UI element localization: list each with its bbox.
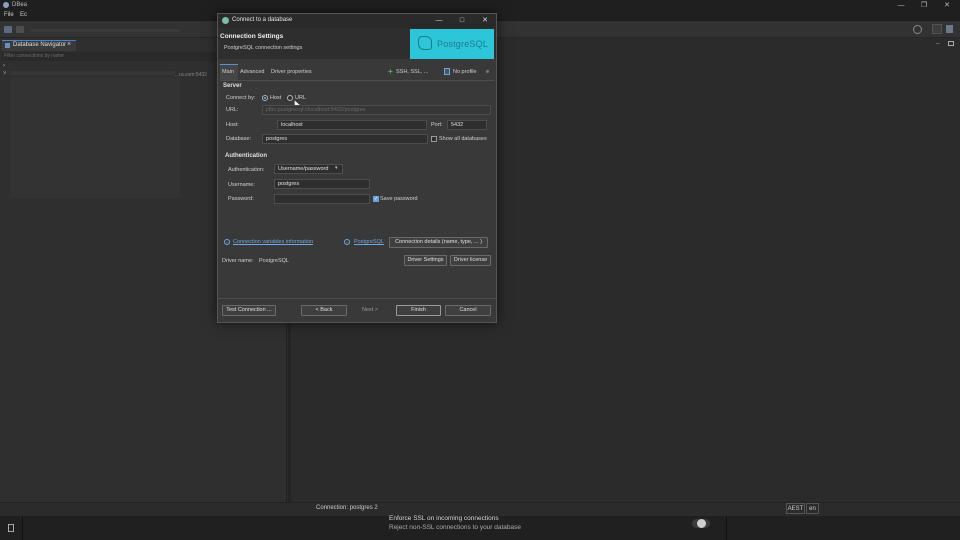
username-field[interactable]: postgres xyxy=(274,179,370,189)
ssh-ssl-button[interactable]: SSH, SSL, ... xyxy=(396,69,428,75)
postgresql-logo-text: PostgreSQL xyxy=(437,39,489,49)
toolbar-dropdown-icon[interactable] xyxy=(16,26,24,33)
dialog-title: Connect to a database xyxy=(232,17,293,23)
cancel-button[interactable]: Cancel xyxy=(445,305,491,316)
back-button[interactable]: < Back xyxy=(301,305,347,316)
driver-settings-button[interactable]: Driver Settings xyxy=(404,255,447,266)
authentication-label: Authentication: xyxy=(228,167,265,173)
app-logo-icon xyxy=(3,2,9,8)
timezone-badge[interactable]: AEST xyxy=(786,503,805,514)
host-label: Host: xyxy=(226,122,239,128)
close-icon[interactable]: × xyxy=(67,41,71,48)
url-field[interactable]: jdbc:postgresql://localhost:5432/postgre… xyxy=(262,105,491,115)
toggle-knob xyxy=(697,519,706,528)
tab-database-navigator-label: Database Navigator xyxy=(13,42,67,48)
connect-by-label: Connect by: xyxy=(226,95,256,101)
footer-divider xyxy=(218,298,496,299)
next-button[interactable]: Next > xyxy=(350,305,390,316)
dialog-maximize-button[interactable]: □ xyxy=(451,14,473,28)
plus-icon[interactable]: + xyxy=(388,67,393,76)
header-title: Connection Settings xyxy=(220,33,284,40)
database-label: Database: xyxy=(226,136,252,142)
test-connection-button[interactable]: Test Connection ... xyxy=(222,305,276,316)
database-perspective-icon[interactable] xyxy=(946,25,953,33)
variables-info-link[interactable]: Connection variables information xyxy=(233,239,313,245)
status-connection-text: Connection: postgres 2 xyxy=(316,505,378,511)
dialog-minimize-button[interactable]: — xyxy=(428,14,450,28)
app-title: DBea xyxy=(12,2,28,8)
info-icon: i xyxy=(224,239,230,245)
host-field[interactable]: localhost xyxy=(277,120,427,130)
menu-file[interactable]: File xyxy=(4,12,14,18)
driver-name-label: Driver name: xyxy=(222,258,254,264)
notification-title: Enforce SSL on incoming connections xyxy=(389,515,499,522)
navigator-filter-placeholder: Filter connections by name xyxy=(4,53,64,59)
editor-maximize-icon[interactable] xyxy=(948,41,954,46)
header-subtitle: PostgreSQL connection settings xyxy=(224,45,303,51)
elephant-icon xyxy=(418,36,432,50)
app-titlebar xyxy=(0,0,960,11)
task-view-icon[interactable] xyxy=(8,524,14,532)
notification-body: Reject non-SSL connections to your datab… xyxy=(389,524,522,531)
tab-main-label[interactable]: Main xyxy=(222,69,234,75)
chevron-right-icon[interactable]: › xyxy=(3,63,5,69)
port-field[interactable]: 5432 xyxy=(447,120,487,130)
profile-icon xyxy=(444,68,450,75)
menu-edit[interactable]: Ec xyxy=(20,12,27,18)
password-label: Password: xyxy=(228,196,254,202)
show-all-databases-label[interactable]: Show all databases xyxy=(439,136,487,142)
server-section-title: Server xyxy=(223,83,242,89)
show-all-databases-checkbox[interactable] xyxy=(431,136,437,142)
taskbar-divider xyxy=(22,516,23,540)
connect-by-host-label[interactable]: Host xyxy=(270,95,281,101)
connection-details-button[interactable]: Connection details (name, type, ... ) xyxy=(389,237,488,248)
search-icon[interactable] xyxy=(913,25,922,34)
new-connection-icon[interactable] xyxy=(4,26,12,33)
username-label: Username: xyxy=(228,182,255,188)
tab-advanced[interactable]: Advanced xyxy=(240,69,264,75)
perspective-icon[interactable] xyxy=(932,24,942,34)
postgresql-link[interactable]: PostgreSQL xyxy=(354,239,384,245)
save-password-label[interactable]: Save password xyxy=(380,196,418,202)
driver-license-button[interactable]: Driver license xyxy=(450,255,491,266)
tabs-divider xyxy=(220,80,494,81)
app-close-button[interactable]: ✕ xyxy=(939,0,955,11)
profile-selector[interactable]: No profile xyxy=(453,69,477,75)
tab-driver-properties[interactable]: Driver properties xyxy=(271,69,312,75)
database-navigator-icon xyxy=(5,43,10,48)
database-field[interactable]: postgres xyxy=(262,134,428,144)
finish-button[interactable]: Finish xyxy=(396,305,441,316)
password-field[interactable] xyxy=(274,194,370,204)
dbeaver-icon xyxy=(222,17,229,24)
save-password-checkbox[interactable]: ✓ xyxy=(373,196,379,202)
authentication-section-title: Authentication xyxy=(225,153,267,159)
app-restore-button[interactable]: ❐ xyxy=(916,0,932,11)
url-label: URL: xyxy=(226,107,239,113)
profile-menu-icon[interactable] xyxy=(486,70,489,73)
toolbar-icons-group xyxy=(30,29,180,32)
taskbar-separator xyxy=(726,516,727,540)
dialog-close-button[interactable]: ✕ xyxy=(474,14,496,28)
chevron-down-icon[interactable]: ˅ xyxy=(3,71,7,77)
chevron-down-icon[interactable]: ▾ xyxy=(335,165,338,171)
info-icon: i xyxy=(344,239,350,245)
editor-minimize-icon[interactable]: – xyxy=(936,41,939,47)
app-minimize-button[interactable]: — xyxy=(893,0,909,11)
authentication-select[interactable]: Username/password xyxy=(274,164,343,174)
tree-item-blurred[interactable] xyxy=(10,71,175,75)
port-label: Port: xyxy=(431,122,443,128)
locale-badge[interactable]: en xyxy=(806,503,819,514)
connect-by-host-radio[interactable] xyxy=(262,95,268,101)
driver-name-value: PostgreSQL xyxy=(259,258,289,264)
tree-items-blurred xyxy=(10,78,180,198)
